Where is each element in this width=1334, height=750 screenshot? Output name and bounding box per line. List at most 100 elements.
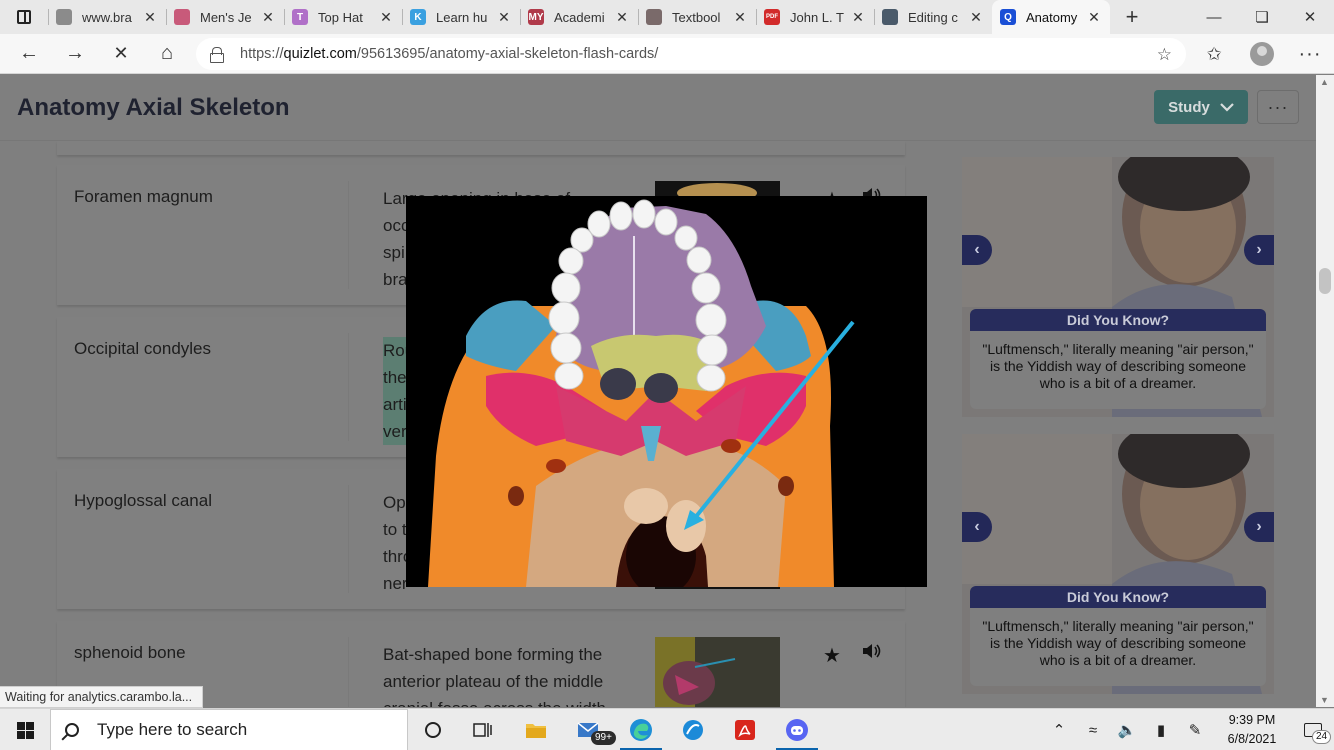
tab-title: Top Hat <box>318 9 363 25</box>
discord-icon <box>786 719 808 741</box>
close-tab-icon[interactable]: ✕ <box>732 9 748 26</box>
profile-button[interactable] <box>1238 42 1286 66</box>
sidebar-ad[interactable]: ‹ › Did You Know? "Luftmensch," literall… <box>962 434 1274 694</box>
settings-menu-button[interactable]: ··· <box>1286 43 1334 66</box>
search-icon <box>65 723 79 737</box>
browser-tab[interactable]: Textbool ✕ <box>638 0 756 34</box>
previous-card-edge <box>57 141 905 155</box>
discord-button[interactable] <box>772 709 822 750</box>
battery-icon[interactable]: ▮ <box>1144 721 1178 739</box>
ad-next-button[interactable]: › <box>1244 512 1274 542</box>
card-term: Foramen magnum <box>74 187 213 206</box>
tab-actions-button[interactable] <box>0 0 48 34</box>
browser-tab[interactable]: K Learn hu ✕ <box>402 0 520 34</box>
pdf-icon: PDF <box>764 9 780 25</box>
acrobat-button[interactable] <box>720 709 770 750</box>
cortana-button[interactable] <box>408 709 458 750</box>
ad-prev-button[interactable]: ‹ <box>962 512 992 542</box>
url-text: https://quizlet.com/95613695/anatomy-axi… <box>240 46 659 62</box>
card-image-thumbnail[interactable] <box>655 637 780 707</box>
sidebar-ad[interactable]: ‹ › Did You Know? "Luftmensch," literall… <box>962 157 1274 417</box>
app-button[interactable] <box>668 709 718 750</box>
definition-line: Bat-shaped bone forming the <box>383 645 603 664</box>
globe-icon <box>56 9 72 25</box>
tab-title: John L. T <box>790 9 844 25</box>
taskbar-clock[interactable]: 9:39 PM 6/8/2021 <box>1212 711 1292 749</box>
browser-tab[interactable]: Editing c ✕ <box>874 0 992 34</box>
folder-icon <box>526 724 546 738</box>
window-controls: — ❏ ✕ <box>1190 0 1334 34</box>
star-icon[interactable]: ★ <box>823 643 841 668</box>
lock-icon <box>210 47 224 63</box>
address-field[interactable]: https://quizlet.com/95613695/anatomy-axi… <box>196 38 1186 70</box>
system-tray: ⌃ ≈ 🔈 ▮ ✎ 9:39 PM 6/8/2021 24 <box>1042 709 1334 750</box>
avatar <box>1250 42 1274 66</box>
home-button[interactable]: ⌂ <box>144 34 190 74</box>
close-tab-icon[interactable]: ✕ <box>968 9 984 26</box>
browser-tab[interactable]: T Top Hat ✕ <box>284 0 402 34</box>
file-explorer-button[interactable] <box>511 709 561 750</box>
stop-loading-button[interactable]: ✕ <box>98 34 144 74</box>
back-button[interactable]: ← <box>6 34 52 74</box>
close-tab-icon[interactable]: ✕ <box>378 9 394 26</box>
study-button[interactable]: Study <box>1154 90 1248 124</box>
scroll-down-arrow[interactable]: ▼ <box>1320 695 1329 705</box>
card-divider <box>348 637 349 707</box>
close-tab-icon[interactable]: ✕ <box>1086 9 1102 26</box>
edge-taskbar-button[interactable] <box>616 709 666 750</box>
show-hidden-icons-button[interactable]: ⌃ <box>1042 721 1076 739</box>
action-center-button[interactable]: 24 <box>1292 709 1334 750</box>
browser-tab[interactable]: www.bra ✕ <box>48 0 166 34</box>
mail-button[interactable]: 99+ <box>563 709 616 750</box>
edge-icon <box>630 719 652 741</box>
scrollbar-thumb[interactable] <box>1319 268 1331 294</box>
close-tab-icon[interactable]: ✕ <box>260 9 276 26</box>
browser-tab[interactable]: Q Anatomy ✕ <box>992 0 1110 34</box>
speaker-icon[interactable] <box>861 641 881 661</box>
forward-button[interactable]: → <box>52 34 98 74</box>
volume-muted-icon[interactable]: 🔈 <box>1110 721 1144 739</box>
close-tab-icon[interactable]: ✕ <box>850 9 866 26</box>
enlarged-image-lightbox[interactable] <box>406 196 927 587</box>
task-view-button[interactable] <box>458 709 508 750</box>
page-title: Anatomy Axial Skeleton <box>17 94 290 121</box>
close-tab-icon[interactable]: ✕ <box>614 9 630 26</box>
browser-tab[interactable]: MY Academi ✕ <box>520 0 638 34</box>
start-button[interactable] <box>0 709 50 750</box>
minimize-button[interactable]: — <box>1190 0 1238 34</box>
address-toolbar: ← → ✕ ⌂ https://quizlet.com/95613695/ana… <box>0 34 1334 74</box>
browser-tab[interactable]: PDF John L. T ✕ <box>756 0 874 34</box>
chevron-down-icon <box>1220 102 1234 112</box>
new-tab-button[interactable]: + <box>1110 4 1154 30</box>
close-tab-icon[interactable]: ✕ <box>496 9 512 26</box>
close-tab-icon[interactable]: ✕ <box>142 9 158 26</box>
favorites-icon[interactable]: ✩ <box>1190 44 1238 65</box>
card-divider <box>348 485 349 593</box>
tab-title: Anatomy <box>1026 9 1078 25</box>
close-window-button[interactable]: ✕ <box>1286 0 1334 34</box>
mail-unread-badge: 99+ <box>591 731 616 745</box>
more-options-button[interactable]: ··· <box>1257 90 1299 124</box>
page-scrollbar[interactable]: ▲ ▼ <box>1316 75 1334 707</box>
add-favorite-icon[interactable]: ☆ <box>1157 45 1172 65</box>
restore-button[interactable]: ❏ <box>1238 0 1286 34</box>
taskbar-search-box[interactable]: Type here to search <box>50 709 408 750</box>
textbook-icon <box>646 9 662 25</box>
tab-title: Editing c <box>908 9 958 25</box>
scroll-up-arrow[interactable]: ▲ <box>1320 77 1329 87</box>
windows-taskbar: Type here to search 99+ ⌃ ≈ 🔈 ▮ ✎ 9:39 P… <box>0 708 1334 750</box>
definition-line: cranial fossa across the width <box>383 695 619 707</box>
search-placeholder: Type here to search <box>97 720 248 739</box>
ad-prev-button[interactable]: ‹ <box>962 235 992 265</box>
clock-time: 9:39 PM <box>1228 713 1276 727</box>
card-term: sphenoid bone <box>74 643 186 662</box>
pen-icon[interactable]: ✎ <box>1178 721 1212 739</box>
tab-title: Academi <box>554 9 605 25</box>
wifi-icon[interactable]: ≈ <box>1076 722 1110 739</box>
robot-icon <box>882 9 898 25</box>
ad-next-button[interactable]: › <box>1244 235 1274 265</box>
my-icon: MY <box>528 9 544 25</box>
browser-tab-strip: www.bra ✕ Men's Je ✕ T Top Hat ✕ K Learn hu ✕ MY Ac… <box>0 0 1334 34</box>
card-term: Occipital condyles <box>74 339 212 358</box>
browser-tab[interactable]: Men's Je ✕ <box>166 0 284 34</box>
